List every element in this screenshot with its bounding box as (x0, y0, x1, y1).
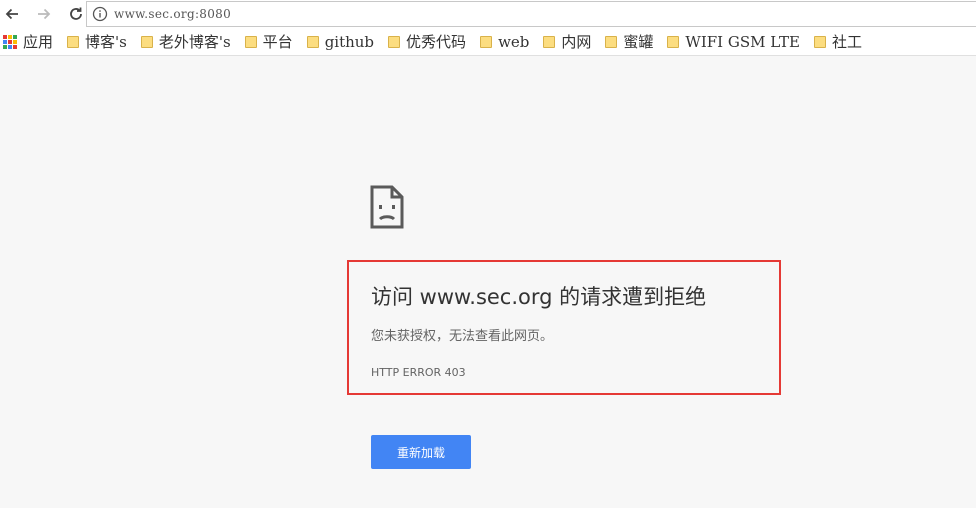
bookmark-folder[interactable]: 内网 (539, 30, 595, 54)
browser-toolbar: www.sec.org:8080 (0, 0, 976, 28)
reload-page-button[interactable]: 重新加载 (371, 435, 471, 469)
url-text[interactable]: www.sec.org:8080 (114, 7, 231, 21)
bookmark-folder[interactable]: WIFI GSM LTE (663, 30, 804, 54)
folder-icon (543, 35, 556, 48)
bookmark-label: github (324, 32, 375, 51)
back-button[interactable] (2, 4, 22, 24)
bookmark-folder[interactable]: 老外博客's (137, 30, 235, 54)
sad-page-icon (370, 185, 404, 229)
folder-icon (813, 35, 826, 48)
bookmark-folder[interactable]: 优秀代码 (384, 30, 470, 54)
arrow-left-icon (5, 8, 18, 20)
bookmark-folder[interactable]: github (303, 30, 378, 54)
bookmark-label: web (498, 32, 530, 51)
bookmark-label: 内网 (561, 33, 592, 51)
bookmark-label: 优秀代码 (406, 33, 467, 51)
info-icon[interactable] (92, 6, 108, 22)
bookmark-folder[interactable]: 博客's (63, 30, 131, 54)
apps-grid-icon (3, 34, 17, 49)
bookmark-folder[interactable]: 平台 (241, 30, 297, 54)
arrow-right-icon (38, 8, 51, 20)
reload-button[interactable] (66, 4, 86, 24)
bookmarks-bar: 应用 博客's 老外博客's 平台 github 优秀代码 web 内网 蜜罐 … (0, 28, 976, 56)
folder-icon (388, 35, 401, 48)
bookmark-folder[interactable]: 蜜罐 (601, 30, 657, 54)
bookmark-label: WIFI GSM LTE (685, 32, 800, 51)
bookmark-label: 蜜罐 (623, 33, 654, 51)
folder-icon (480, 35, 493, 48)
address-bar[interactable]: www.sec.org:8080 (86, 1, 976, 27)
forward-button[interactable] (34, 4, 54, 24)
folder-icon (244, 35, 257, 48)
folder-icon (140, 35, 153, 48)
folder-icon (67, 35, 80, 48)
error-code: HTTP ERROR 403 (371, 366, 466, 379)
error-page: 访问 www.sec.org 的请求遭到拒绝 您未获授权，无法查看此网页。 HT… (0, 57, 976, 508)
bookmark-apps[interactable]: 应用 (0, 30, 57, 54)
bookmark-folder[interactable]: 社工 (810, 30, 866, 54)
bookmark-folder[interactable]: web (476, 30, 533, 54)
bookmark-label: 博客's (85, 33, 127, 51)
error-headline: 访问 www.sec.org 的请求遭到拒绝 (371, 285, 707, 309)
bookmark-label: 平台 (262, 33, 293, 51)
folder-icon (306, 35, 319, 48)
error-description: 您未获授权，无法查看此网页。 (371, 329, 554, 344)
error-message-box: 访问 www.sec.org 的请求遭到拒绝 您未获授权，无法查看此网页。 HT… (347, 260, 781, 395)
bookmark-label: 老外博客's (158, 33, 231, 51)
folder-icon (605, 35, 618, 48)
folder-icon (667, 35, 680, 48)
bookmark-label: 社工 (831, 33, 862, 51)
refresh-icon (70, 7, 82, 20)
bookmark-label: 应用 (23, 33, 54, 51)
